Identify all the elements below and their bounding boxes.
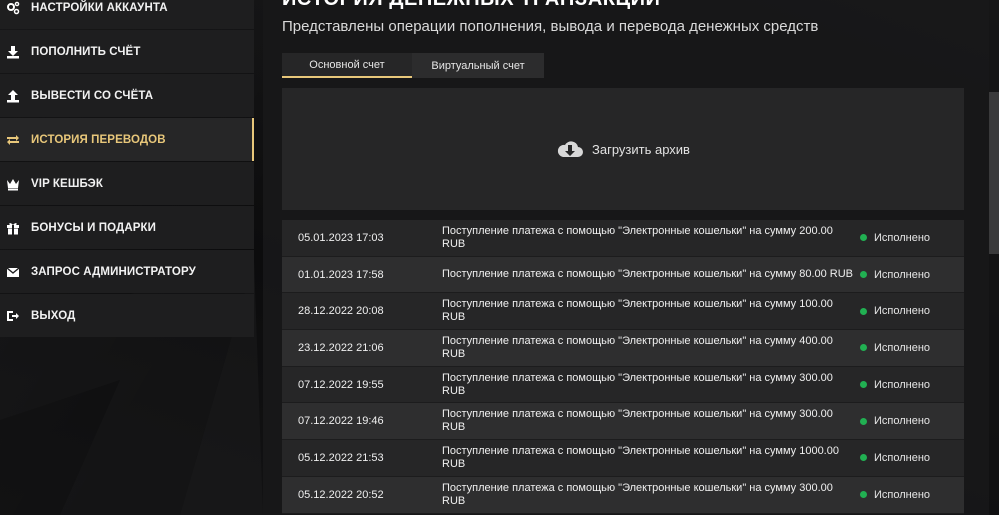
sidebar-item-vip-cashback[interactable]: VIP КЕШБЭК	[0, 162, 254, 205]
transaction-description: Поступление платежа с помощью "Электронн…	[442, 224, 833, 250]
transaction-description: Поступление платежа с помощью "Электронн…	[442, 298, 833, 324]
sidebar-item-label: ЗАПРОС АДМИНИСТРАТОРУ	[31, 265, 196, 278]
transaction-date: 07.12.2022 19:46	[298, 415, 384, 428]
sidebar-item-label: НАСТРОЙКИ АККАУНТА	[31, 1, 168, 14]
status-label: Исполнено	[874, 415, 931, 428]
transaction-description: Поступление платежа с помощью "Электронн…	[442, 334, 833, 360]
transaction-status: Исполнено	[858, 269, 930, 281]
account-sidebar: НАСТРОЙКИ АККАУНТА ПОПОЛНИТЬ СЧЁТ ВЫВЕСТ…	[0, 0, 254, 338]
cloud-download-icon	[557, 141, 584, 157]
sidebar-item-label: ВЫХОД	[31, 309, 76, 322]
transaction-description: Поступление платежа с помощью "Электронн…	[442, 408, 833, 434]
sidebar-item-label: БОНУСЫ И ПОДАРКИ	[31, 221, 157, 234]
status-label: Исполнено	[874, 305, 931, 318]
tab-main-account[interactable]: Основной счет	[282, 53, 412, 78]
upload-archive-label: Загрузить архив	[592, 141, 690, 157]
status-dot-icon	[860, 417, 867, 425]
sidebar-item-label: ВЫВЕСТИ СО СЧЁТА	[31, 89, 154, 102]
status-label: Исполнено	[874, 451, 931, 464]
transaction-status: Исполнено	[858, 232, 930, 244]
transaction-status: Исполнено	[858, 342, 930, 354]
upload-archive-area[interactable]: Загрузить архив	[282, 88, 964, 210]
table-row: 01.01.2023 17:58 Поступление платежа с п…	[282, 256, 964, 294]
transaction-description: Поступление платежа с помощью "Электронн…	[442, 268, 854, 281]
transaction-status: Исполнено	[858, 452, 930, 464]
transaction-status: Исполнено	[858, 379, 930, 391]
status-dot-icon	[860, 344, 867, 352]
sidebar-item-admin-request[interactable]: ЗАПРОС АДМИНИСТРАТОРУ	[0, 250, 254, 293]
crown-icon	[6, 177, 20, 191]
envelope-icon	[6, 265, 20, 279]
transaction-description: Поступление платежа с помощью "Электронн…	[442, 481, 833, 507]
tab-virtual-account[interactable]: Виртуальный счет	[412, 53, 544, 78]
transaction-date: 28.12.2022 20:08	[298, 305, 384, 318]
sidebar-item-label: ПОПОЛНИТЬ СЧЁТ	[31, 45, 141, 58]
transaction-date: 05.12.2022 21:53	[298, 451, 384, 464]
transaction-description: Поступление платежа с помощью "Электронн…	[442, 371, 833, 397]
transaction-history-panel: ИСТОРИЯ ДЕНЕЖНЫХ ТРАНЗАКЦИЙ Представлены…	[263, 0, 989, 515]
transaction-status: Исполнено	[858, 489, 930, 501]
logout-icon	[6, 309, 20, 323]
page-title: ИСТОРИЯ ДЕНЕЖНЫХ ТРАНЗАКЦИЙ	[282, 0, 660, 11]
table-row: 23.12.2022 21:06 Поступление платежа с п…	[282, 330, 964, 367]
sidebar-item-logout[interactable]: ВЫХОД	[0, 294, 254, 337]
transfer-arrows-icon	[6, 133, 20, 147]
gift-icon	[6, 221, 20, 235]
page-subtitle: Представлены операции пополнения, вывода…	[282, 18, 819, 35]
page-scrollbar-thumb[interactable]	[989, 92, 999, 254]
gears-icon	[6, 1, 20, 15]
sidebar-item-label: VIP КЕШБЭК	[31, 177, 103, 190]
transactions-table: 05.01.2023 17:03 Поступление платежа с п…	[282, 220, 964, 514]
table-row: 07.12.2022 19:55 Поступление платежа с п…	[282, 366, 964, 404]
transaction-status: Исполнено	[858, 415, 930, 427]
status-dot-icon	[860, 271, 867, 279]
sidebar-item-deposit[interactable]: ПОПОЛНИТЬ СЧЁТ	[0, 30, 254, 73]
status-dot-icon	[860, 454, 867, 462]
account-tabs: Основной счет Виртуальный счет	[282, 53, 544, 78]
sidebar-item-label: ИСТОРИЯ ПЕРЕВОДОВ	[31, 133, 166, 146]
transaction-description: Поступление платежа с помощью "Электронн…	[442, 444, 839, 470]
transaction-status: Исполнено	[858, 305, 930, 317]
transaction-date: 05.01.2023 17:03	[298, 231, 384, 244]
status-label: Исполнено	[874, 341, 931, 354]
upload-icon	[6, 89, 20, 103]
transaction-date: 01.01.2023 17:58	[298, 268, 384, 281]
sidebar-item-bonuses[interactable]: БОНУСЫ И ПОДАРКИ	[0, 206, 254, 249]
table-row: 05.01.2023 17:03 Поступление платежа с п…	[282, 220, 964, 257]
table-row: 07.12.2022 19:46 Поступление платежа с п…	[282, 403, 964, 441]
status-dot-icon	[860, 381, 867, 389]
status-label: Исполнено	[874, 378, 931, 391]
transaction-date: 05.12.2022 20:52	[298, 488, 384, 501]
sidebar-item-withdraw[interactable]: ВЫВЕСТИ СО СЧЁТА	[0, 74, 254, 117]
table-row: 28.12.2022 20:08 Поступление платежа с п…	[282, 293, 964, 331]
status-label: Исполнено	[874, 231, 931, 244]
status-dot-icon	[860, 307, 867, 315]
download-icon	[6, 45, 20, 59]
transaction-date: 07.12.2022 19:55	[298, 378, 384, 391]
upload-archive-button[interactable]: Загрузить архив	[556, 138, 690, 160]
sidebar-item-account-settings[interactable]: НАСТРОЙКИ АККАУНТА	[0, 0, 254, 29]
table-row: 05.12.2022 21:53 Поступление платежа с п…	[282, 440, 964, 477]
transaction-date: 23.12.2022 21:06	[298, 341, 384, 354]
table-row: 05.12.2022 20:52 Поступление платежа с п…	[282, 476, 964, 514]
sidebar-item-transfer-history[interactable]: ИСТОРИЯ ПЕРЕВОДОВ	[0, 118, 254, 161]
status-dot-icon	[860, 491, 867, 499]
status-label: Исполнено	[874, 488, 931, 501]
status-dot-icon	[860, 234, 867, 242]
status-label: Исполнено	[874, 268, 931, 281]
